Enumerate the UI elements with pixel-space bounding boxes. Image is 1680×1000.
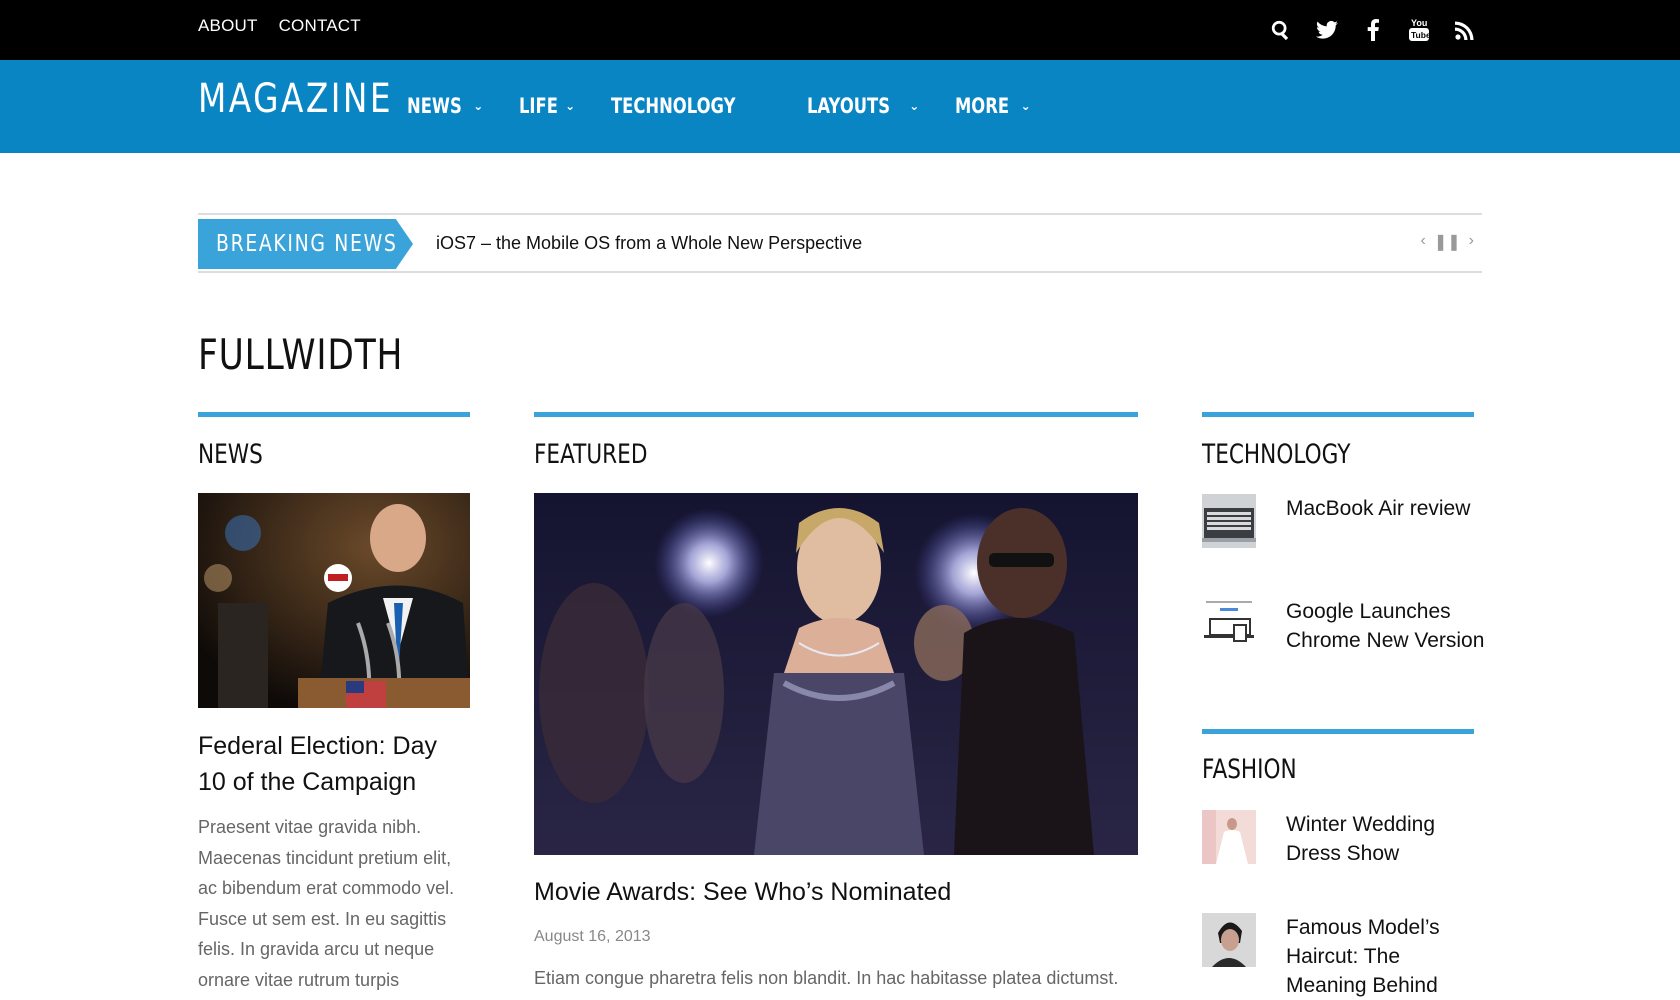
featured-column-header: FEATURED [534, 412, 1138, 470]
next-arrow-icon[interactable]: › [1469, 232, 1474, 252]
section-rule [1202, 729, 1474, 734]
featured-article-date: August 16, 2013 [534, 928, 651, 945]
section-heading: TECHNOLOGY [1202, 439, 1351, 470]
contact-link[interactable]: CONTACT [279, 16, 361, 36]
wedding-dress-thumbnail[interactable] [1202, 810, 1256, 864]
featured-article-excerpt: Etiam congue pharetra felis non blandit.… [534, 968, 1119, 988]
section-heading: FEATURED [534, 439, 648, 470]
fashion-item-title[interactable]: Winter Wedding Dress Show [1286, 810, 1486, 868]
site-logo[interactable]: MAGAZINE [198, 76, 393, 122]
main-navbar: MAGAZINE NEWS ⌄ LIFE ⌄ TECHNOLOGY LAYOUTS ⌄… [0, 60, 1680, 153]
nav-item-layouts[interactable]: LAYOUTS ⌄ [807, 94, 920, 118]
main-menu: NEWS ⌄ LIFE ⌄ TECHNOLOGY LAYOUTS ⌄ MORE ⌄ [407, 94, 1067, 118]
nav-item-label: LIFE [519, 94, 559, 118]
facebook-icon[interactable] [1358, 15, 1388, 45]
search-icon[interactable] [1266, 15, 1296, 45]
fashion-item-title[interactable]: Famous Model’s Haircut: The Meaning Behi… [1286, 913, 1486, 1000]
news-column-header: NEWS [198, 412, 470, 470]
breaking-news-bar: BREAKING NEWS iOS7 – the Mobile OS from … [198, 213, 1482, 273]
section-heading: FASHION [1202, 754, 1297, 785]
news-article-title[interactable]: Federal Election: Day 10 of the Campaign [198, 728, 470, 800]
technology-column-header: TECHNOLOGY [1202, 412, 1474, 470]
nav-item-life[interactable]: LIFE ⌄ [519, 94, 575, 118]
about-link[interactable]: ABOUT [198, 16, 258, 36]
nav-item-label: MORE [955, 94, 1010, 118]
svg-text:Tube: Tube [1411, 30, 1430, 40]
section-rule [198, 412, 470, 417]
social-icons: You Tube [1266, 15, 1480, 45]
top-links: ABOUT CONTACT [198, 16, 361, 36]
technology-item-title[interactable]: Google Launches Chrome New Version [1286, 597, 1486, 655]
featured-article-title[interactable]: Movie Awards: See Who’s Nominated [534, 878, 951, 907]
nav-item-news[interactable]: NEWS ⌄ [407, 94, 483, 118]
section-rule [534, 412, 1138, 417]
featured-article-image[interactable] [534, 493, 1138, 855]
page-title: FULLWIDTH [198, 330, 404, 379]
chevron-down-icon: ⌄ [473, 99, 484, 113]
nav-item-label: LAYOUTS [806, 94, 890, 118]
nav-item-technology[interactable]: TECHNOLOGY [611, 94, 771, 118]
chevron-down-icon: ⌄ [1020, 99, 1031, 113]
news-article-excerpt: Praesent vitae gravida nibh. Maecenas ti… [198, 817, 455, 990]
model-haircut-thumbnail[interactable] [1202, 913, 1256, 967]
nav-item-label: NEWS [407, 94, 462, 118]
breaking-news-label: BREAKING NEWS [198, 219, 413, 269]
technology-item-title[interactable]: MacBook Air review [1286, 494, 1486, 523]
chevron-down-icon: ⌄ [565, 99, 576, 113]
svg-text:You: You [1411, 18, 1427, 28]
nav-item-more[interactable]: MORE ⌄ [955, 94, 1030, 118]
news-article-image[interactable] [198, 493, 470, 708]
pause-icon[interactable]: ❚❚ [1434, 232, 1461, 252]
chevron-down-icon: ⌄ [909, 99, 920, 113]
nav-item-label: TECHNOLOGY [611, 94, 736, 118]
chrome-thumbnail[interactable] [1202, 597, 1256, 651]
macbook-thumbnail[interactable] [1202, 494, 1256, 548]
youtube-icon[interactable]: You Tube [1404, 15, 1434, 45]
breaking-news-headline[interactable]: iOS7 – the Mobile OS from a Whole New Pe… [436, 233, 862, 254]
twitter-icon[interactable] [1312, 15, 1342, 45]
section-rule [1202, 412, 1474, 417]
prev-arrow-icon[interactable]: ‹ [1421, 232, 1426, 252]
breaking-news-label-text: BREAKING NEWS [216, 231, 398, 257]
top-bar: ABOUT CONTACT You Tube [0, 0, 1680, 60]
rss-icon[interactable] [1450, 15, 1480, 45]
ticker-controls: ‹ ❚❚ › [1421, 232, 1474, 252]
section-heading: NEWS [198, 439, 263, 470]
